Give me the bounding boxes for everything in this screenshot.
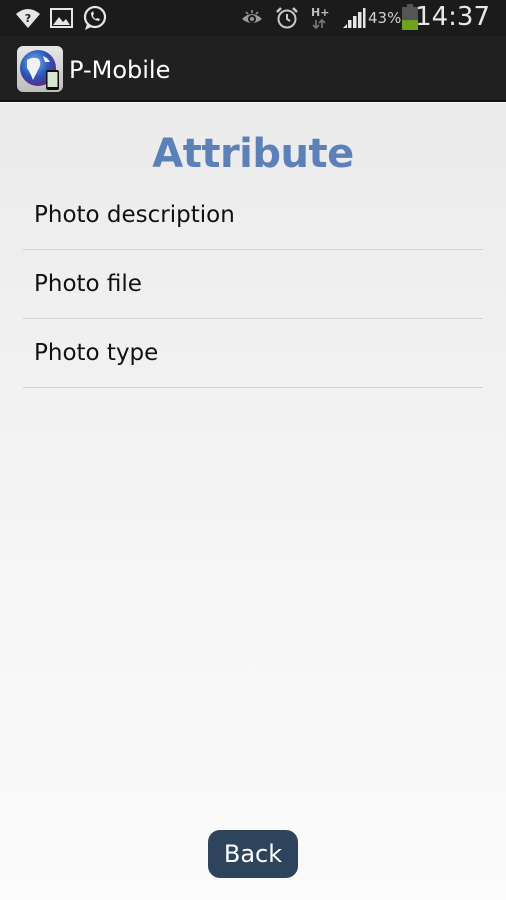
page-title: Attribute: [152, 131, 354, 177]
globe-phone-icon[interactable]: [17, 46, 63, 92]
svg-text:?: ?: [25, 12, 31, 25]
list-item-photo-file[interactable]: Photo file: [23, 250, 483, 319]
attribute-list: Photo description Photo file Photo type: [23, 181, 483, 388]
whatsapp-icon: [82, 5, 108, 30]
attribute-screen: Attribute Photo description Photo file P…: [0, 103, 506, 900]
wifi-question-icon: ?: [15, 6, 41, 30]
battery-percent: 43%: [368, 9, 402, 27]
gallery-icon: [50, 6, 73, 30]
network-label: H+: [311, 6, 329, 19]
app-title: P-Mobile: [69, 56, 171, 84]
eye-icon: [240, 6, 264, 30]
hplus-data-icon: H+: [311, 6, 329, 30]
status-bar: ? H+ 43% 14:37: [0, 0, 506, 36]
back-button[interactable]: Back: [208, 830, 298, 878]
list-item-photo-description[interactable]: Photo description: [23, 181, 483, 250]
alarm-icon: [275, 6, 299, 30]
action-bar: P-Mobile: [0, 36, 506, 102]
clock: 14:37: [415, 2, 490, 32]
list-item-photo-type[interactable]: Photo type: [23, 319, 483, 388]
signal-icon: [342, 6, 366, 30]
